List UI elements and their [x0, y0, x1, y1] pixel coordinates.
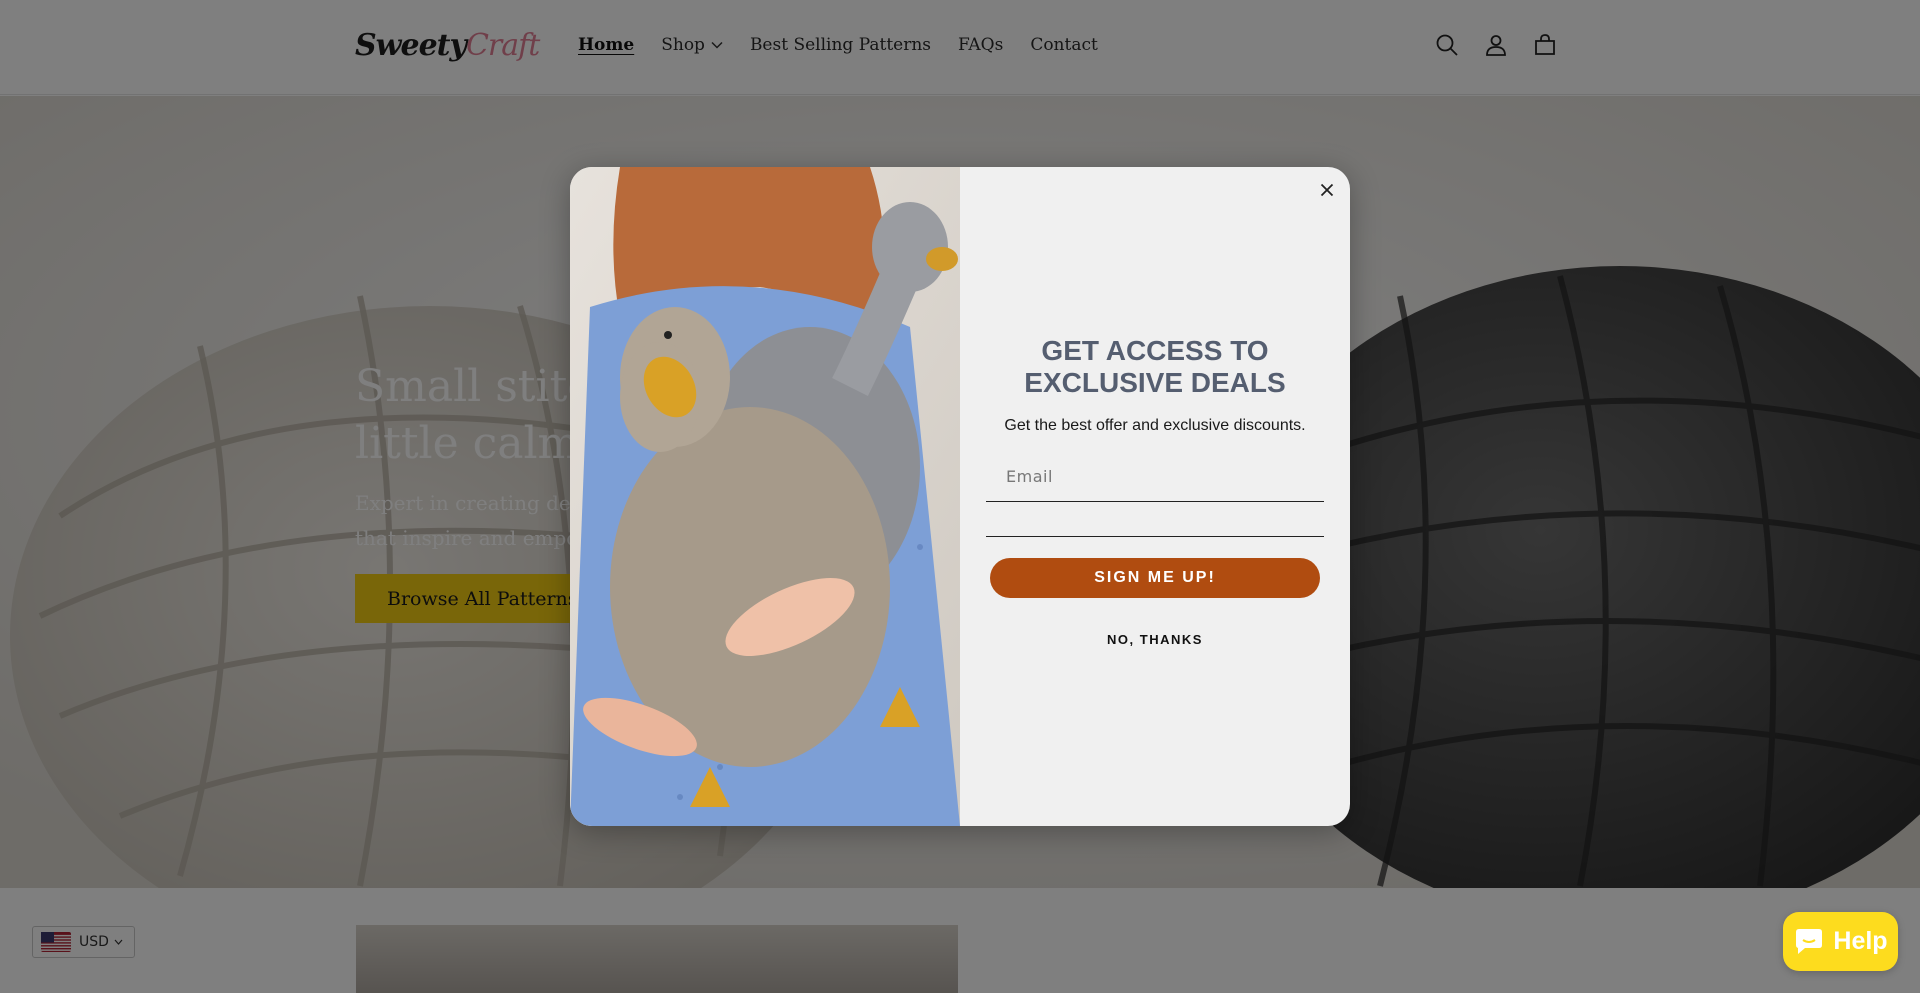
- newsletter-popup: GET ACCESS TO EXCLUSIVE DEALS Get the be…: [570, 167, 1350, 826]
- popup-subtitle: Get the best offer and exclusive discoun…: [1004, 417, 1306, 434]
- popup-title: GET ACCESS TO EXCLUSIVE DEALS: [1024, 335, 1286, 398]
- popup-form: GET ACCESS TO EXCLUSIVE DEALS Get the be…: [960, 167, 1350, 826]
- popup-photo: [570, 167, 960, 826]
- chat-bubble-icon: [1796, 928, 1823, 954]
- knitted-goose-photo: [570, 167, 960, 826]
- no-thanks-button[interactable]: NO, THANKS: [1085, 627, 1225, 651]
- email-field[interactable]: [986, 452, 1324, 502]
- help-label: Help: [1833, 927, 1888, 955]
- sign-up-button[interactable]: SIGN ME UP!: [990, 558, 1320, 598]
- help-chat-button[interactable]: Help: [1783, 912, 1898, 971]
- divider: [986, 536, 1324, 537]
